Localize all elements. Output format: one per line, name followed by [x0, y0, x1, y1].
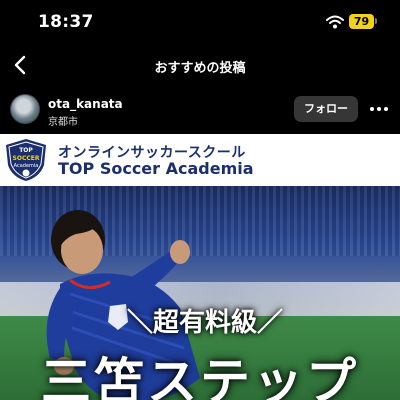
status-bar: 18:37 79: [0, 0, 400, 44]
badge-line2: SOCCER: [13, 155, 40, 162]
location-tag[interactable]: 京都市: [48, 113, 78, 128]
badge-line1: TOP: [19, 147, 33, 154]
academy-logo: TOP SOCCER Academia: [6, 139, 46, 181]
academy-banner: TOP SOCCER Academia オンラインサッカースクール TOP So…: [0, 134, 400, 186]
post-header: ota_kanata 京都市 フォロー: [0, 86, 400, 134]
username[interactable]: ota_kanata: [48, 97, 123, 111]
post-image[interactable]: TOP SOCCER Academia オンラインサッカースクール TOP So…: [0, 134, 400, 400]
badge-line3: Academia: [14, 163, 39, 169]
page-title: おすすめの投稿: [154, 61, 246, 76]
headline-small: ＼超有料級／: [126, 308, 283, 338]
follow-button[interactable]: フォロー: [294, 96, 358, 122]
avatar[interactable]: [10, 94, 40, 124]
ellipsis-icon[interactable]: [368, 101, 390, 117]
battery-tip: [375, 18, 377, 24]
wifi-icon: [326, 14, 344, 29]
nav-header: おすすめの投稿: [0, 44, 400, 86]
headline-big: 三笘ステップ: [41, 353, 359, 400]
school-name-en: TOP Soccer Academia: [58, 159, 254, 178]
status-time: 18:37: [38, 12, 94, 32]
battery-indicator: 79: [349, 14, 374, 29]
